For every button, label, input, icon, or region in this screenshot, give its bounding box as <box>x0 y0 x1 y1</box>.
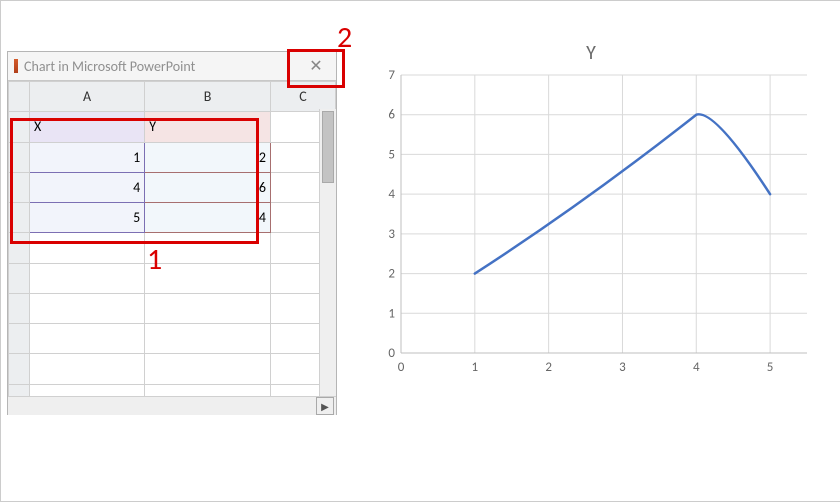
svg-text:0: 0 <box>388 346 395 361</box>
svg-text:5: 5 <box>767 360 774 375</box>
scroll-right-arrow[interactable]: ▶ <box>316 397 334 415</box>
callout-box-1 <box>10 118 259 244</box>
svg-text:1: 1 <box>388 306 395 321</box>
svg-text:2: 2 <box>388 267 395 282</box>
svg-text:6: 6 <box>388 108 395 123</box>
app-icon <box>14 59 18 73</box>
svg-text:4: 4 <box>388 187 395 202</box>
select-all-cell[interactable] <box>9 82 30 112</box>
svg-text:7: 7 <box>388 69 395 83</box>
vertical-scrollbar[interactable] <box>319 109 336 397</box>
column-header-a[interactable]: A <box>29 82 144 112</box>
svg-text:3: 3 <box>388 227 395 242</box>
svg-text:2: 2 <box>545 360 552 375</box>
chevron-right-icon: ▶ <box>321 400 329 413</box>
chart-title: Y <box>365 41 817 65</box>
callout-label-1: 1 <box>147 241 162 278</box>
column-header-b[interactable]: B <box>145 82 271 112</box>
callout-label-2: 2 <box>337 19 352 56</box>
svg-text:3: 3 <box>619 360 626 375</box>
horizontal-scrollbar[interactable]: ▶ <box>8 396 336 415</box>
svg-text:1: 1 <box>472 360 479 375</box>
scroll-thumb[interactable] <box>322 111 334 183</box>
chart[interactable]: Y 0 1 2 3 4 5 6 7 0 1 2 3 4 5 <box>365 41 817 393</box>
svg-text:0: 0 <box>398 360 405 375</box>
window-title: Chart in Microsoft PowerPoint <box>24 58 296 75</box>
svg-text:5: 5 <box>388 147 395 162</box>
svg-text:4: 4 <box>693 360 700 375</box>
chart-plot-area[interactable]: 0 1 2 3 4 5 6 7 0 1 2 3 4 5 <box>365 69 817 379</box>
